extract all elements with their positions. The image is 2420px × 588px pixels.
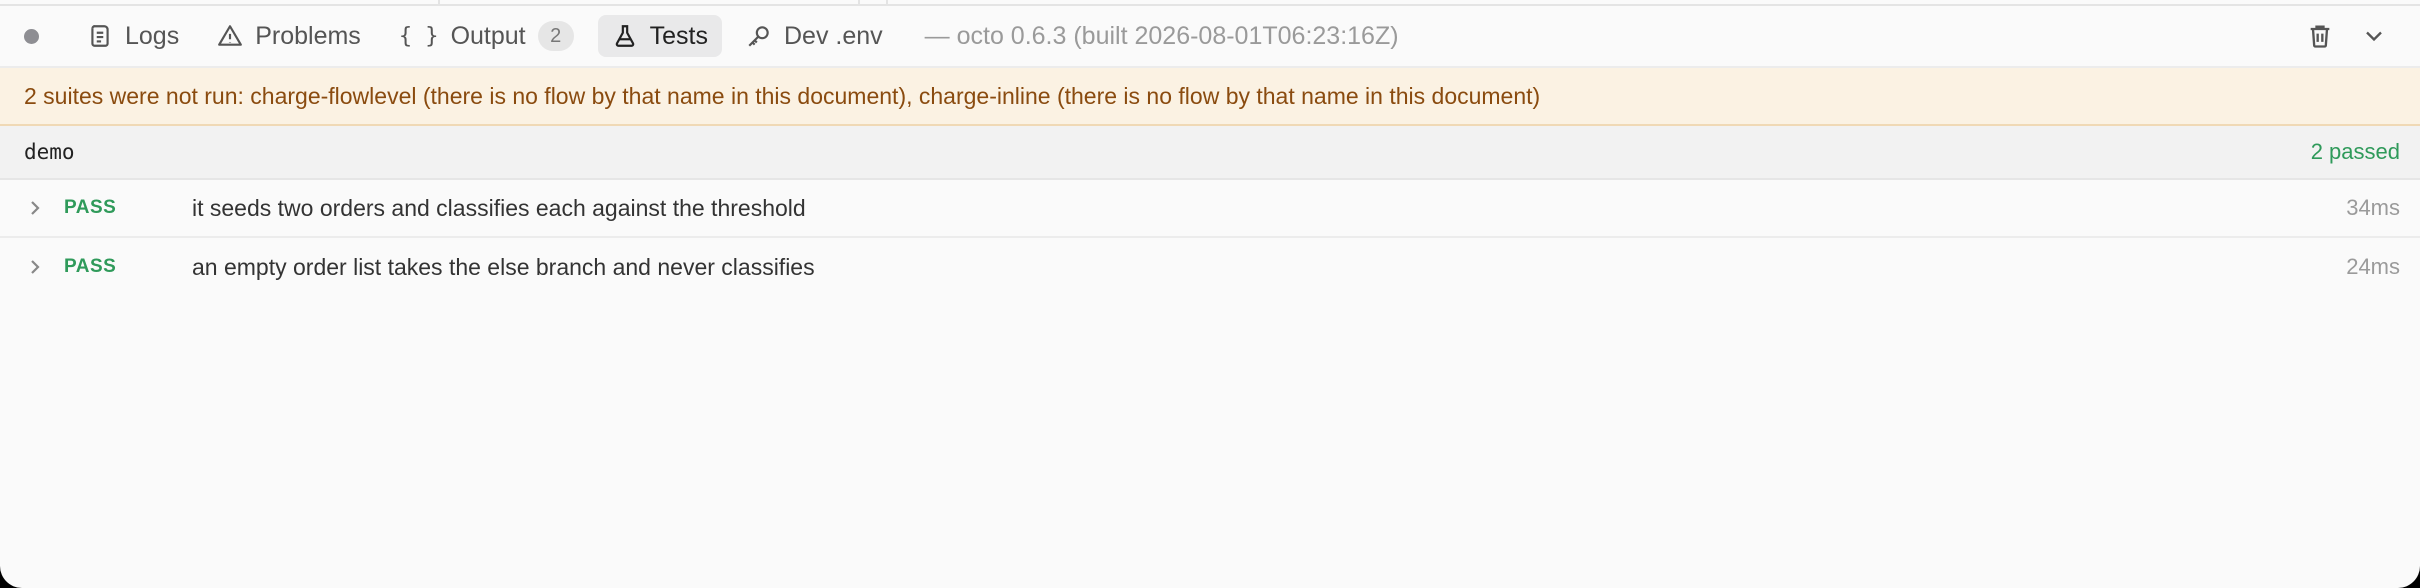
- test-row[interactable]: PASS it seeds two orders and classifies …: [0, 180, 2420, 238]
- chevron-right-icon[interactable]: [26, 199, 44, 217]
- tab-label: Dev .env: [783, 21, 883, 50]
- trash-icon: [2310, 25, 2330, 48]
- test-duration: 24ms: [2346, 254, 2400, 279]
- tab-dev-env[interactable]: Dev .env: [732, 15, 897, 57]
- output-count-badge: 2: [537, 21, 574, 51]
- flask-icon: [612, 23, 638, 49]
- chevron-down-icon: [2366, 31, 2382, 42]
- key-icon: [746, 23, 772, 49]
- version-info: — octo 0.6.3 (built 2026-08-01T06:23:16Z…: [924, 21, 1399, 50]
- warning-triangle-icon: [217, 23, 243, 49]
- test-name: it seeds two orders and classifies each …: [192, 194, 806, 221]
- tab-label: Logs: [125, 21, 180, 50]
- braces-icon: { }: [398, 23, 439, 49]
- tab-problems[interactable]: Problems: [203, 15, 375, 57]
- test-name: an empty order list takes the else branc…: [192, 253, 815, 280]
- tab-label: Tests: [649, 21, 708, 50]
- suite-header: demo 2 passed: [0, 126, 2420, 180]
- clear-button[interactable]: [2298, 14, 2342, 58]
- logs-icon: [87, 23, 113, 49]
- suite-name: demo: [24, 140, 75, 164]
- panel-toolbar: Logs Problems { } Output 2 Tests Dev .en…: [0, 6, 2420, 68]
- collapse-panel-button[interactable]: [2352, 14, 2396, 58]
- test-status: PASS: [64, 197, 117, 218]
- tab-label: Output: [450, 21, 526, 50]
- not-run-warning: 2 suites were not run: charge-flowlevel …: [0, 68, 2420, 126]
- top-divider: [0, 0, 2420, 6]
- test-panel: Logs Problems { } Output 2 Tests Dev .en…: [0, 0, 2420, 588]
- tab-logs[interactable]: Logs: [73, 15, 193, 57]
- warning-text: 2 suites were not run: charge-flowlevel …: [24, 82, 1541, 109]
- suite-summary: 2 passed: [2310, 139, 2400, 164]
- test-status: PASS: [64, 256, 117, 277]
- test-duration: 34ms: [2346, 195, 2400, 220]
- tab-output[interactable]: { } Output 2: [385, 15, 588, 57]
- tab-label: Problems: [255, 21, 361, 50]
- test-row[interactable]: PASS an empty order list takes the else …: [0, 238, 2420, 296]
- tab-tests[interactable]: Tests: [597, 15, 722, 57]
- chevron-right-icon[interactable]: [26, 258, 44, 276]
- status-dot: [24, 28, 39, 44]
